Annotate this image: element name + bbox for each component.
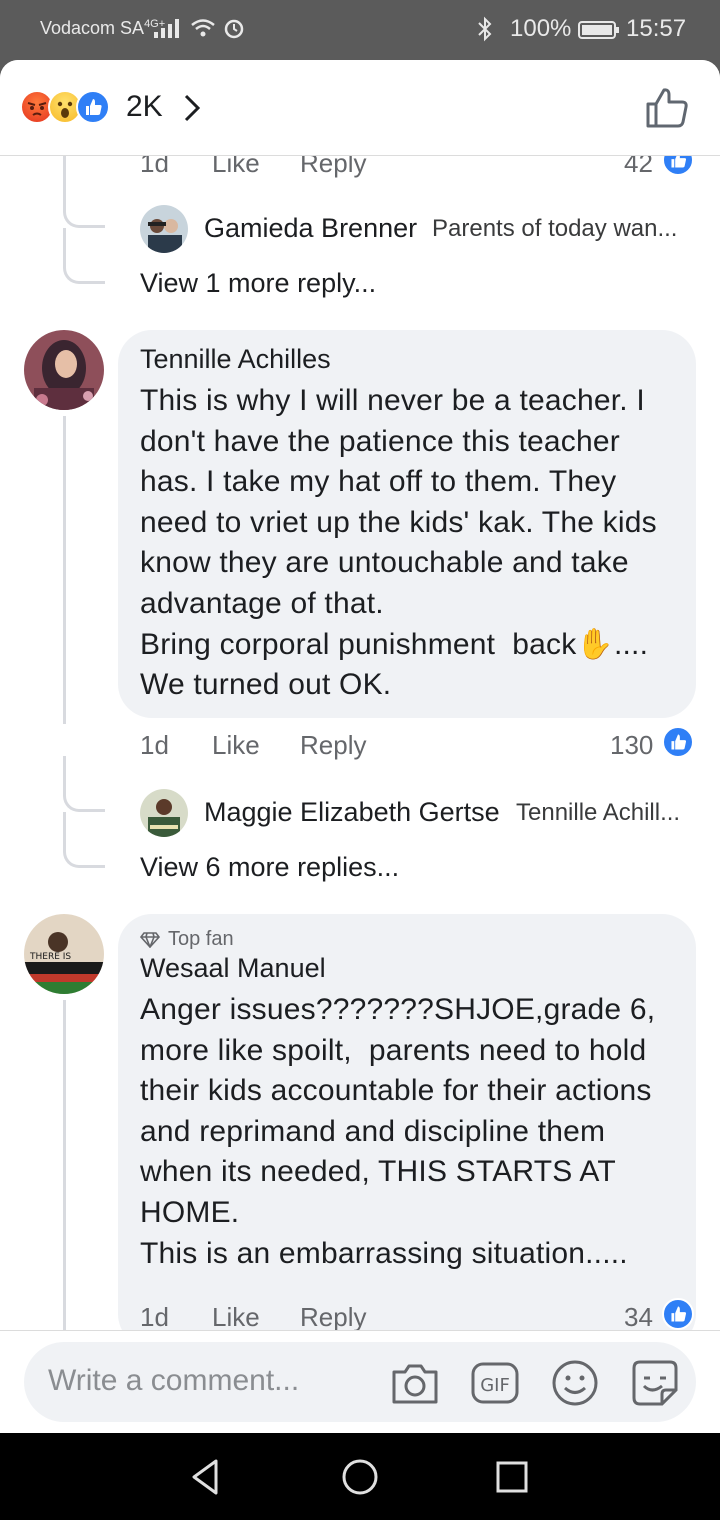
carrier-name: Vodacom SA bbox=[40, 18, 145, 38]
thumbs-up-outline-icon[interactable] bbox=[642, 86, 690, 130]
avatar[interactable] bbox=[140, 205, 188, 253]
comment-bubble[interactable]: Top fan Wesaal Manuel Anger issues??????… bbox=[118, 914, 696, 1330]
like-count-icon bbox=[662, 1298, 694, 1330]
screen: Vodacom SA4G+ 100% 15:57 2K 1d Like Repl… bbox=[0, 0, 720, 1520]
thread-line bbox=[63, 1000, 66, 1330]
thread-connector bbox=[63, 228, 105, 284]
thread-connector bbox=[63, 812, 105, 868]
clock: 15:57 bbox=[626, 15, 687, 42]
comment-placeholder[interactable]: Write a comment... bbox=[48, 1364, 299, 1398]
chevron-right-icon[interactable] bbox=[180, 92, 204, 124]
comment-author[interactable]: Tennille Achilles bbox=[140, 344, 674, 375]
reply-link[interactable]: Reply bbox=[300, 1302, 366, 1330]
status-bar: Vodacom SA4G+ 100% 15:57 bbox=[0, 0, 720, 60]
comment-list[interactable]: 1d Like Reply 42 Gamieda Brenner Parents… bbox=[0, 156, 720, 1330]
view-more-replies[interactable]: View 1 more reply... bbox=[140, 268, 376, 299]
reply-author[interactable]: Gamieda Brenner bbox=[204, 213, 417, 244]
camera-icon[interactable] bbox=[390, 1358, 440, 1408]
svg-text:THERE IS: THERE IS bbox=[29, 952, 71, 962]
avatar[interactable] bbox=[24, 330, 104, 410]
comment-actions: 1d Like Reply bbox=[140, 156, 370, 188]
comment-time: 1d bbox=[140, 156, 169, 178]
comment-actions: 1d Like Reply bbox=[140, 730, 370, 770]
wifi-icon bbox=[191, 19, 215, 37]
thread-line bbox=[63, 416, 66, 724]
thread-connector bbox=[63, 756, 105, 812]
reply-preview[interactable]: Maggie Elizabeth Gertse Tennille Achill.… bbox=[140, 789, 700, 839]
comment-bubble[interactable]: Tennille Achilles This is why I will nev… bbox=[118, 330, 696, 718]
battery-icon bbox=[578, 21, 619, 39]
thread-connector bbox=[63, 176, 105, 228]
comment-time: 1d bbox=[140, 730, 169, 760]
like-count-icon bbox=[662, 156, 694, 176]
reply-snippet: Parents of today wan... bbox=[432, 215, 678, 242]
like-count[interactable]: 34 bbox=[624, 1302, 653, 1330]
top-fan-badge: Top fan bbox=[140, 928, 674, 951]
recents-icon[interactable] bbox=[492, 1457, 532, 1497]
like-reaction-icon bbox=[76, 90, 110, 124]
alarm-icon bbox=[224, 19, 244, 39]
comment-composer-bar: Write a comment... GIF bbox=[0, 1330, 720, 1433]
reply-preview[interactable]: Gamieda Brenner Parents of today wan... bbox=[140, 205, 700, 255]
emoji-icon[interactable] bbox=[550, 1358, 600, 1408]
sticker-icon[interactable] bbox=[630, 1358, 680, 1408]
battery-percent: 100% bbox=[510, 15, 572, 42]
view-more-replies[interactable]: View 6 more replies... bbox=[140, 852, 399, 883]
comment-actions: 1d Like Reply bbox=[140, 1302, 370, 1330]
reactions-header: 2K bbox=[0, 60, 720, 156]
comment-author[interactable]: Wesaal Manuel bbox=[140, 953, 674, 984]
gif-icon[interactable]: GIF bbox=[470, 1358, 520, 1408]
like-link[interactable]: Like bbox=[212, 1302, 260, 1330]
reply-snippet: Tennille Achill... bbox=[516, 799, 681, 826]
avatar[interactable] bbox=[140, 789, 188, 837]
gif-label: GIF bbox=[480, 1375, 510, 1396]
reply-link[interactable]: Reply bbox=[300, 730, 366, 761]
comment-text: This is why I will never be a teacher. I… bbox=[140, 384, 657, 702]
like-link[interactable]: Like bbox=[212, 730, 260, 761]
reply-author[interactable]: Maggie Elizabeth Gertse bbox=[204, 797, 500, 828]
diamond-icon bbox=[140, 931, 160, 948]
like-count[interactable]: 42 bbox=[624, 156, 653, 179]
like-link[interactable]: Like bbox=[212, 156, 260, 179]
comment-time: 1d bbox=[140, 1302, 169, 1330]
reaction-count[interactable]: 2K bbox=[126, 90, 163, 124]
like-count-icon bbox=[662, 726, 694, 758]
comment-text: Anger issues???????SHJOE,grade 6, more l… bbox=[140, 993, 656, 1270]
like-count[interactable]: 130 bbox=[610, 730, 653, 761]
bluetooth-icon bbox=[478, 16, 492, 42]
reply-link[interactable]: Reply bbox=[300, 156, 366, 179]
badge-label: Top fan bbox=[168, 928, 234, 950]
back-icon[interactable] bbox=[186, 1457, 226, 1497]
system-navigation-bar bbox=[0, 1433, 720, 1520]
signal-icon bbox=[154, 19, 179, 38]
thread-line bbox=[63, 156, 66, 176]
avatar[interactable]: THERE IS bbox=[24, 914, 104, 994]
comment-input[interactable]: Write a comment... GIF bbox=[24, 1342, 696, 1422]
home-icon[interactable] bbox=[340, 1457, 380, 1497]
comments-sheet: 2K 1d Like Reply 42 Gamieda Brenner Pare… bbox=[0, 60, 720, 1433]
carrier-label: Vodacom SA4G+ bbox=[40, 18, 165, 39]
